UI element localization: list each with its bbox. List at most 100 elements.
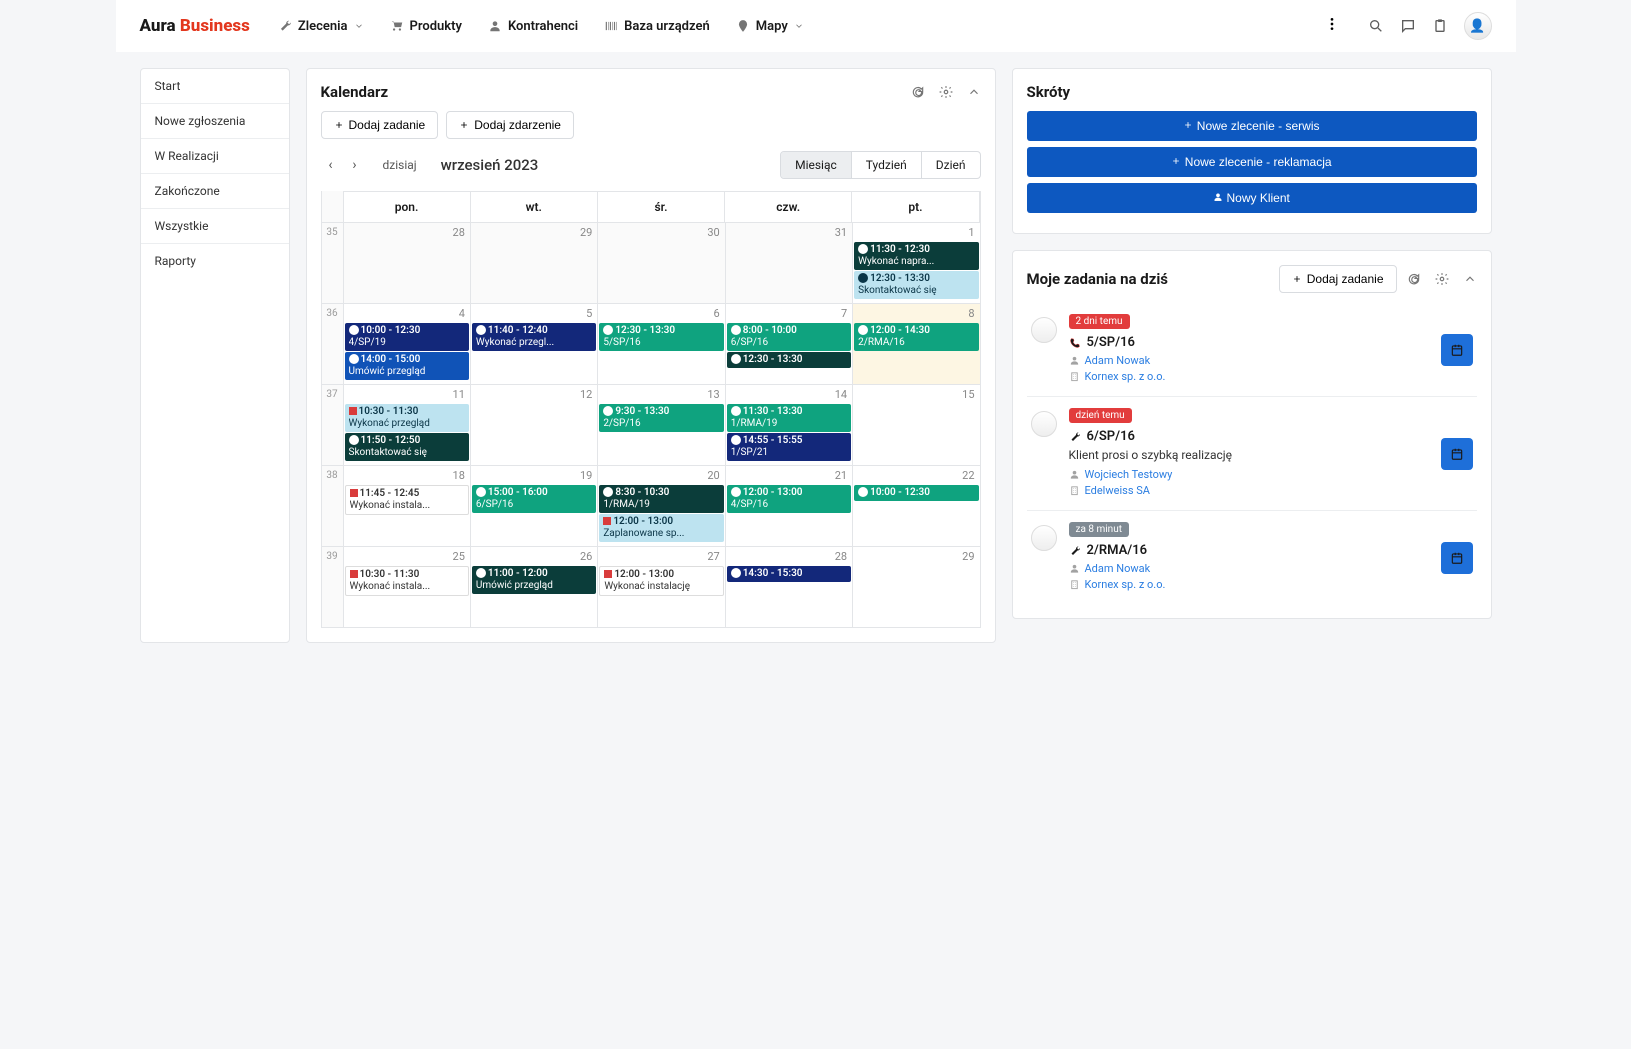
avatar xyxy=(1031,317,1057,343)
nav-mapy[interactable]: Mapy xyxy=(736,19,804,34)
person-link[interactable]: Adam Nowak xyxy=(1085,562,1151,575)
calendar-event[interactable]: 12:30 - 13:30Skontaktować się xyxy=(854,271,978,299)
nav-produkty[interactable]: Produkty xyxy=(390,19,462,34)
view-month[interactable]: Miesiąc xyxy=(781,152,852,178)
person-link[interactable]: Adam Nowak xyxy=(1085,354,1151,367)
next-month[interactable]: › xyxy=(345,155,365,175)
calendar-event[interactable]: 10:00 - 12:30 xyxy=(854,485,978,501)
calendar-cell[interactable]: 139:30 - 13:302/SP/16 xyxy=(598,385,725,465)
calendar-cell[interactable]: 1411:30 - 13:301/RMA/1914:55 - 15:551/SP… xyxy=(726,385,853,465)
calendar-event[interactable]: 11:40 - 12:40Wykonać przegl... xyxy=(472,323,596,351)
company-link[interactable]: Edelweiss SA xyxy=(1085,484,1150,497)
clipboard-icon[interactable] xyxy=(1432,18,1448,34)
calendar-event[interactable]: 12:00 - 14:302/RMA/16 xyxy=(854,323,978,351)
calendar-event[interactable]: 10:00 - 12:304/SP/19 xyxy=(345,323,469,351)
task-ref[interactable]: 2/RMA/16 xyxy=(1069,543,1429,558)
calendar-event[interactable]: 8:00 - 10:006/SP/16 xyxy=(727,323,851,351)
sidebar: StartNowe zgłoszeniaW RealizacjiZakończo… xyxy=(140,68,290,643)
sidebar-item[interactable]: Raporty xyxy=(141,244,289,278)
shortcut-button[interactable]: Nowe zlecenie - reklamacja xyxy=(1027,147,1477,177)
sidebar-item[interactable]: Zakończone xyxy=(141,174,289,209)
task-ref[interactable]: 5/SP/16 xyxy=(1069,335,1429,350)
view-day[interactable]: Dzień xyxy=(922,152,980,178)
calendar-cell[interactable]: 1110:30 - 11:30Wykonać przegląd11:50 - 1… xyxy=(344,385,471,465)
calendar-cell[interactable]: 15 xyxy=(853,385,979,465)
calendar-cell[interactable]: 28 xyxy=(344,223,471,303)
sidebar-item[interactable]: Start xyxy=(141,69,289,104)
calendar-event[interactable]: 14:55 - 15:551/SP/21 xyxy=(727,433,851,461)
calendar-event[interactable]: 8:30 - 10:301/RMA/19 xyxy=(599,485,723,513)
company-link[interactable]: Kornex sp. z o.o. xyxy=(1085,370,1166,383)
calendar-event[interactable]: 11:30 - 13:301/RMA/19 xyxy=(727,404,851,432)
nav-zlecenia[interactable]: Zlecenia xyxy=(278,19,364,34)
calendar-event[interactable]: 12:00 - 13:004/SP/16 xyxy=(727,485,851,513)
person-link[interactable]: Wojciech Testowy xyxy=(1085,468,1173,481)
more-menu[interactable] xyxy=(1324,16,1340,36)
today-button[interactable]: dzisiaj xyxy=(375,154,425,176)
avatar[interactable]: 👤 xyxy=(1464,12,1492,40)
refresh-icon[interactable] xyxy=(1407,272,1421,286)
chat-icon[interactable] xyxy=(1400,18,1416,34)
calendar-cell[interactable]: 2712:00 - 13:00Wykonać instalację xyxy=(598,547,725,627)
gear-icon[interactable] xyxy=(1435,272,1449,286)
calendar-cell[interactable]: 12 xyxy=(471,385,598,465)
task-ref[interactable]: 6/SP/16 xyxy=(1069,429,1429,444)
sidebar-item[interactable]: W Realizacji xyxy=(141,139,289,174)
calendar-cell[interactable]: 2510:30 - 11:30Wykonać instala... xyxy=(344,547,471,627)
calendar-event[interactable]: 11:50 - 12:50Skontaktować się xyxy=(345,433,469,461)
calendar-cell[interactable]: 1811:45 - 12:45Wykonać instala... xyxy=(344,466,471,546)
calendar-event[interactable]: 9:30 - 13:302/SP/16 xyxy=(599,404,723,432)
task-item: 2 dni temu 5/SP/16 Adam Nowak Kornex sp.… xyxy=(1027,303,1477,397)
schedule-button[interactable] xyxy=(1441,334,1473,366)
prev-month[interactable]: ‹ xyxy=(321,155,341,175)
calendar-event[interactable]: 11:00 - 12:00Umówić przegląd xyxy=(472,566,596,594)
calendar-cell[interactable]: 29 xyxy=(471,223,598,303)
task-item: dzień temu 6/SP/16 Klient prosi o szybką… xyxy=(1027,397,1477,511)
calendar-cell[interactable]: 111:30 - 12:30Wykonać napra...12:30 - 13… xyxy=(853,223,979,303)
add-event-button[interactable]: Dodaj zdarzenie xyxy=(446,111,574,139)
calendar-cell[interactable]: 2210:00 - 12:30 xyxy=(853,466,979,546)
calendar-cell[interactable]: 812:00 - 14:302/RMA/16 xyxy=(853,304,979,384)
calendar-event[interactable]: 10:30 - 11:30Wykonać przegląd xyxy=(345,404,469,432)
calendar-event[interactable]: 11:45 - 12:45Wykonać instala... xyxy=(345,485,469,515)
calendar-cell[interactable]: 78:00 - 10:006/SP/1612:30 - 13:30 xyxy=(726,304,853,384)
calendar-event[interactable]: 15:00 - 16:006/SP/16 xyxy=(472,485,596,513)
calendar-cell[interactable]: 612:30 - 13:305/SP/16 xyxy=(598,304,725,384)
calendar-event[interactable]: 14:30 - 15:30 xyxy=(727,566,851,582)
collapse-icon[interactable] xyxy=(967,85,981,99)
refresh-icon[interactable] xyxy=(911,85,925,99)
add-task-button[interactable]: Dodaj zadanie xyxy=(321,111,439,139)
calendar-event[interactable]: 12:00 - 13:00Wykonać instalację xyxy=(599,566,723,596)
collapse-icon[interactable] xyxy=(1463,272,1477,286)
sidebar-item[interactable]: Nowe zgłoszenia xyxy=(141,104,289,139)
company-link[interactable]: Kornex sp. z o.o. xyxy=(1085,578,1166,591)
nav-kontrahenci[interactable]: Kontrahenci xyxy=(488,19,578,34)
calendar-event[interactable]: 11:30 - 12:30Wykonać napra... xyxy=(854,242,978,270)
nav-baza urządzeń[interactable]: Baza urządzeń xyxy=(604,19,710,34)
shortcut-button[interactable]: Nowe zlecenie - serwis xyxy=(1027,111,1477,141)
calendar-cell[interactable]: 29 xyxy=(853,547,979,627)
calendar-cell[interactable]: 208:30 - 10:301/RMA/1912:00 - 13:00Zapla… xyxy=(598,466,725,546)
calendar-cell[interactable]: 31 xyxy=(726,223,853,303)
calendar-cell[interactable]: 410:00 - 12:304/SP/1914:00 - 15:00Umówić… xyxy=(344,304,471,384)
gear-icon[interactable] xyxy=(939,85,953,99)
view-week[interactable]: Tydzień xyxy=(852,152,922,178)
calendar-event[interactable]: 12:30 - 13:30 xyxy=(727,352,851,368)
calendar-event[interactable]: 12:30 - 13:305/SP/16 xyxy=(599,323,723,351)
calendar-cell[interactable]: 2112:00 - 13:004/SP/16 xyxy=(726,466,853,546)
calendar-event[interactable]: 10:30 - 11:30Wykonać instala... xyxy=(345,566,469,596)
sidebar-item[interactable]: Wszystkie xyxy=(141,209,289,244)
calendar-cell[interactable]: 511:40 - 12:40Wykonać przegl... xyxy=(471,304,598,384)
calendar-cell[interactable]: 1915:00 - 16:006/SP/16 xyxy=(471,466,598,546)
schedule-button[interactable] xyxy=(1441,438,1473,470)
calendar-event[interactable]: 12:00 - 13:00Zaplanowane sp... xyxy=(599,514,723,542)
schedule-button[interactable] xyxy=(1441,542,1473,574)
calendar-cell[interactable]: 2814:30 - 15:30 xyxy=(726,547,853,627)
search-icon[interactable] xyxy=(1368,18,1384,34)
time-badge: 2 dni temu xyxy=(1069,314,1130,329)
shortcut-button[interactable]: Nowy Klient xyxy=(1027,183,1477,213)
calendar-cell[interactable]: 30 xyxy=(598,223,725,303)
add-task-button-2[interactable]: Dodaj zadanie xyxy=(1279,265,1397,293)
calendar-cell[interactable]: 2611:00 - 12:00Umówić przegląd xyxy=(471,547,598,627)
calendar-event[interactable]: 14:00 - 15:00Umówić przegląd xyxy=(345,352,469,380)
